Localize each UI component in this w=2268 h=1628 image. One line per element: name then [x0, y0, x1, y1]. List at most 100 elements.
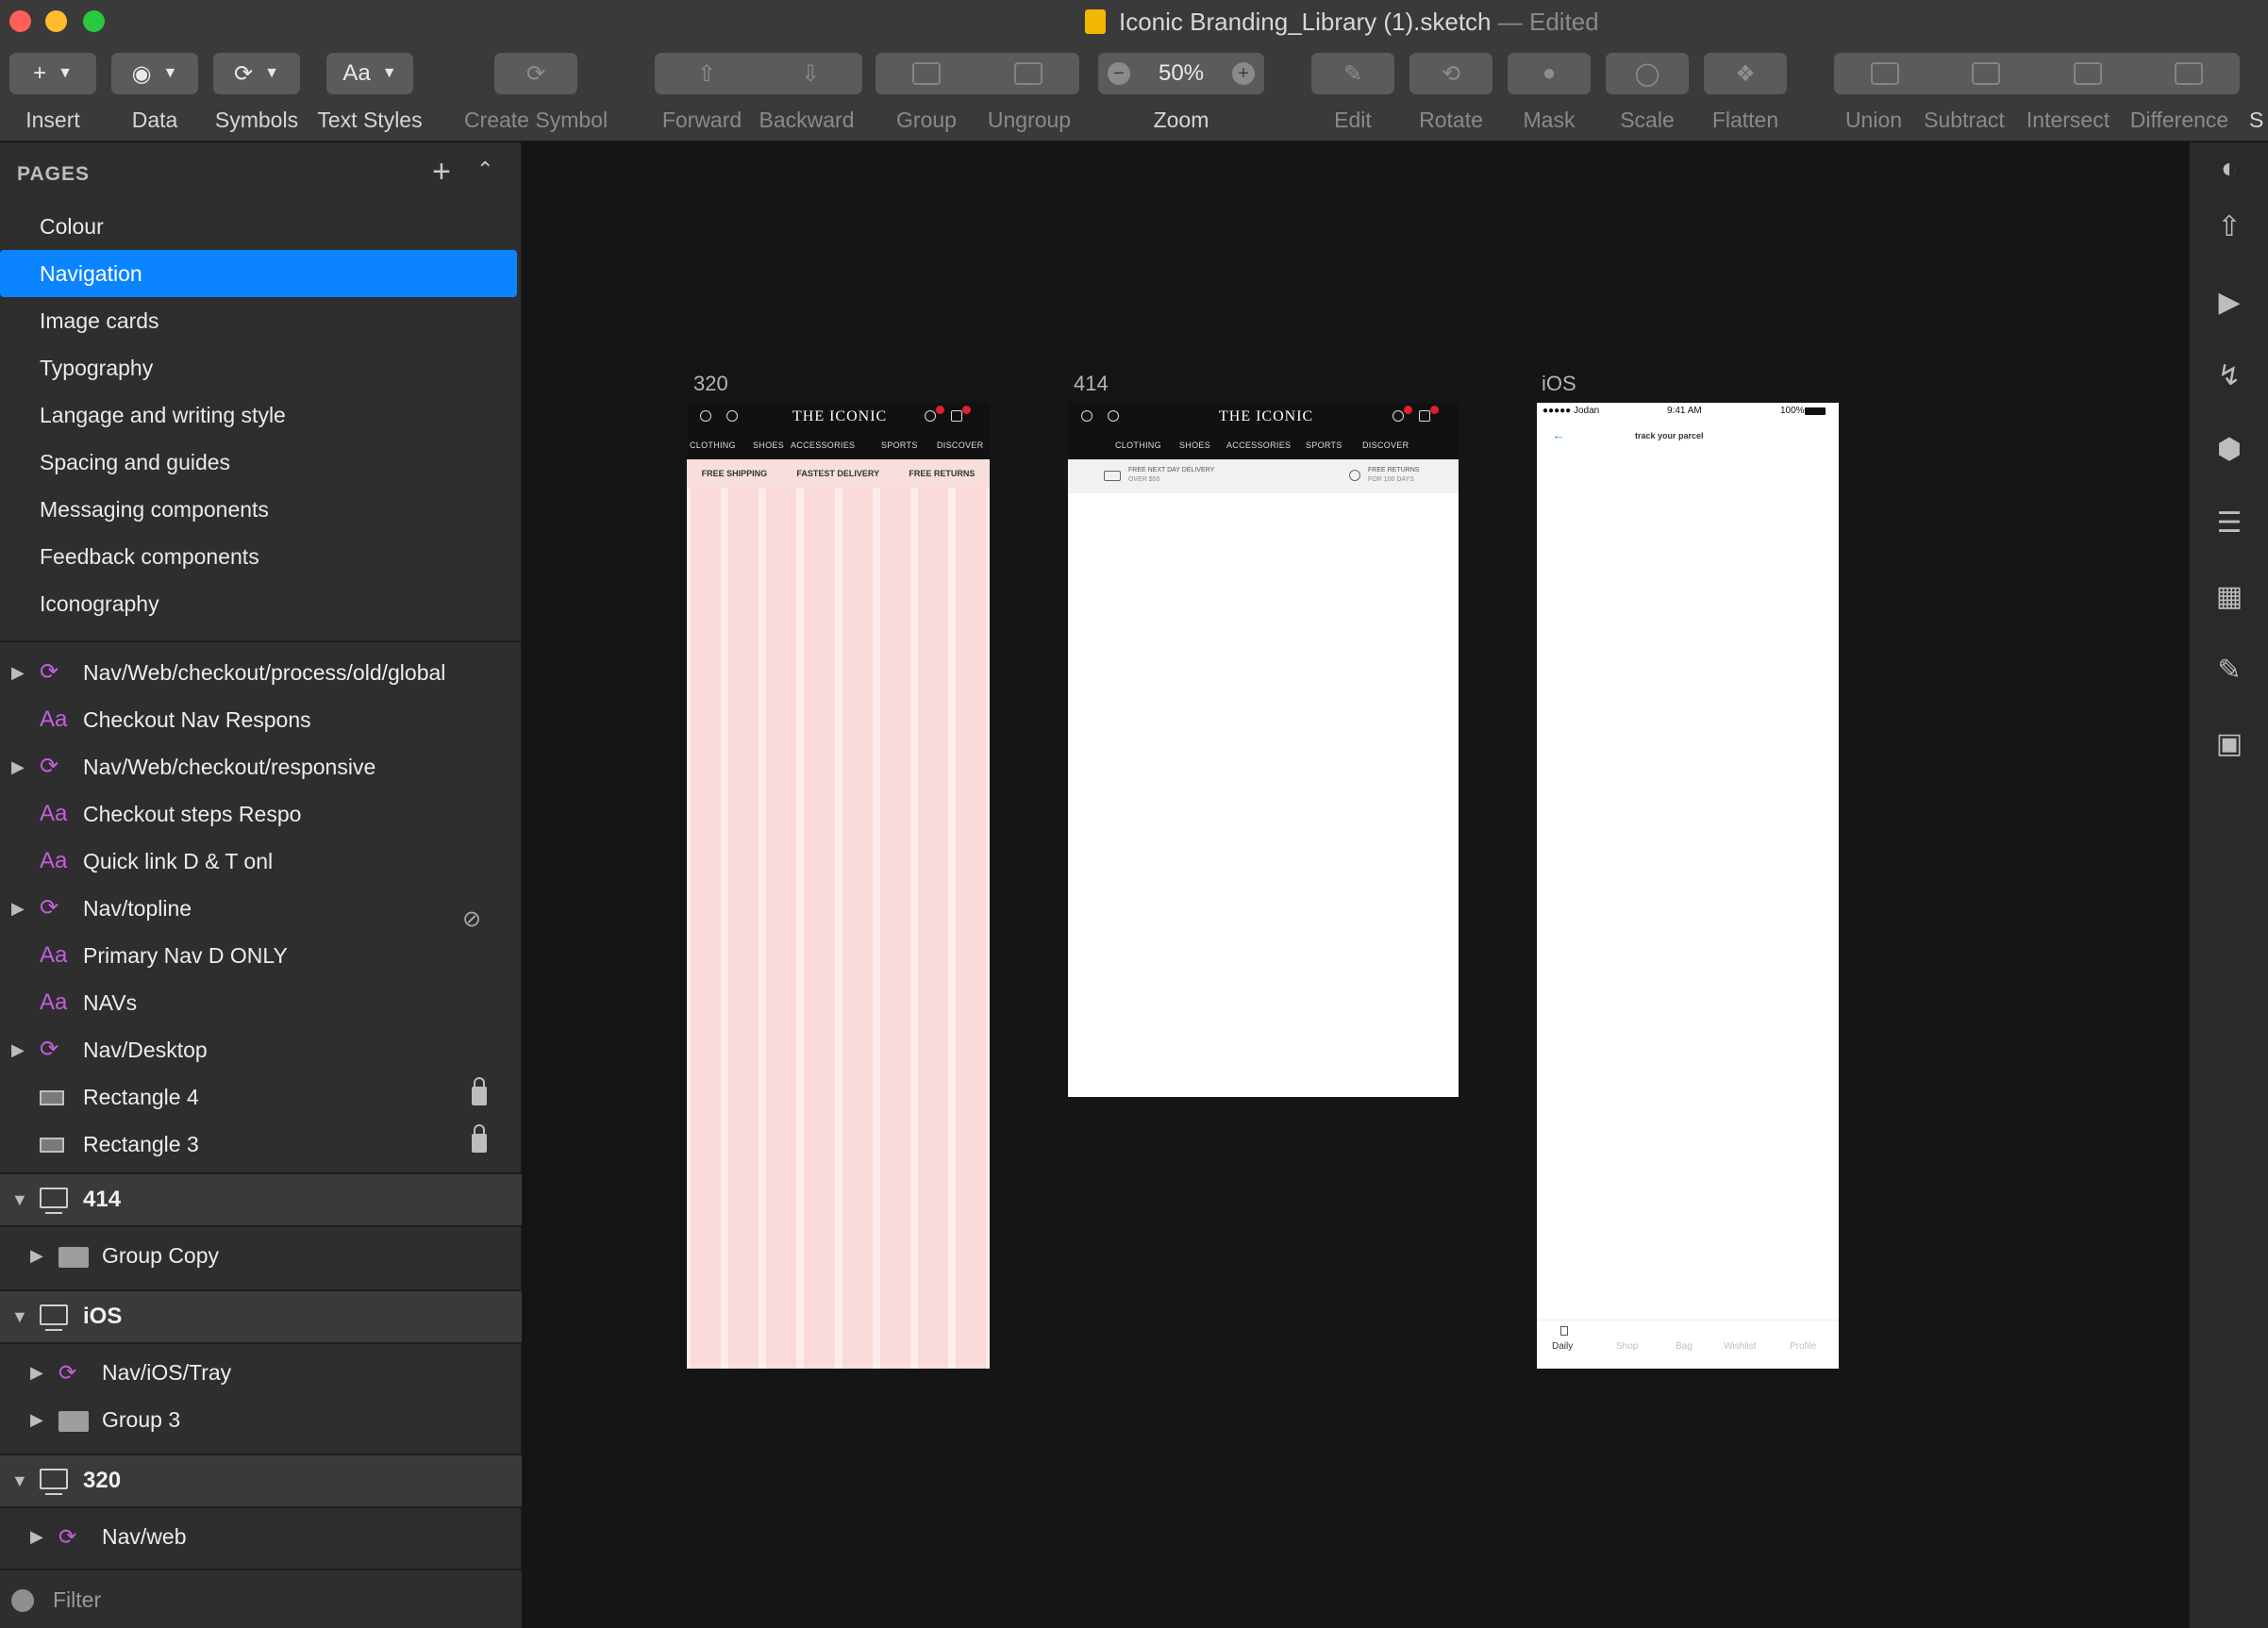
lock-icon[interactable]: [472, 1124, 487, 1153]
preview-play-icon[interactable]: ▶: [2210, 284, 2248, 322]
difference-icon[interactable]: [2175, 62, 2204, 85]
disclosure-triangle-icon[interactable]: ▶: [30, 1513, 43, 1560]
disclosure-triangle-icon[interactable]: ▶: [11, 1026, 25, 1073]
filter-bar[interactable]: Filter: [0, 1569, 522, 1628]
page-item-language[interactable]: Langage and writing style: [0, 391, 517, 439]
rotate-button[interactable]: ⟲: [1409, 53, 1493, 94]
layer-row[interactable]: ▶ Group Copy: [0, 1232, 522, 1279]
wishlist-heart-icon: [1392, 410, 1404, 422]
layer-row[interactable]: ▶ ⟳ Nav/Desktop: [0, 1026, 522, 1073]
page-item-iconography[interactable]: Iconography: [0, 580, 517, 627]
export-upload-icon[interactable]: ⇧: [2210, 208, 2248, 246]
disclosure-triangle-icon[interactable]: ▼: [11, 1174, 28, 1225]
disclosure-triangle-icon[interactable]: ▶: [30, 1396, 43, 1443]
disclosure-triangle-icon[interactable]: ▶: [30, 1349, 43, 1396]
disclosure-triangle-icon[interactable]: ▶: [11, 649, 25, 696]
page-item-image-cards[interactable]: Image cards: [0, 297, 517, 344]
lock-icon[interactable]: [472, 1077, 487, 1105]
layer-row[interactable]: ▶ Group 3: [0, 1396, 522, 1443]
ungroup-label: Ungroup: [987, 108, 1072, 132]
page-item-feedback[interactable]: Feedback components: [0, 533, 517, 580]
artboard-row-414[interactable]: ▼ 414: [0, 1172, 522, 1227]
union-icon[interactable]: [1870, 62, 1899, 85]
daily-tab-icon: [1560, 1326, 1568, 1336]
prototype-lightning-icon[interactable]: ↯: [2210, 357, 2248, 395]
disclosure-triangle-icon[interactable]: ▶: [11, 885, 25, 932]
artboard-icon: [40, 1304, 68, 1331]
symbols-button[interactable]: ⟳ ▼: [213, 53, 300, 94]
layer-row[interactable]: Rectangle 4: [0, 1073, 522, 1121]
bring-forward-icon[interactable]: ⇧: [697, 60, 716, 88]
flatten-button[interactable]: ❖: [1704, 53, 1787, 94]
add-page-icon[interactable]: +: [432, 154, 451, 191]
disclosure-triangle-icon[interactable]: ▶: [30, 1232, 43, 1279]
rectangle-icon: [40, 1073, 64, 1121]
zoom-window-button[interactable]: [83, 10, 105, 32]
artboard-414[interactable]: THE ICONIC CLOTHING SHOES ACCESSORIES SP…: [1068, 403, 1459, 1097]
zoom-out-button[interactable]: −: [1108, 62, 1130, 85]
text-styles-button[interactable]: Aa ▼: [326, 53, 413, 94]
artboard-ios[interactable]: ●●●●● Jodan 9:41 AM 100% ← track your pa…: [1537, 403, 1839, 1369]
text-layer-icon: Aa: [40, 942, 68, 968]
layer-row[interactable]: ▶ ⟳ Nav/Web/checkout/responsive: [0, 743, 522, 790]
page-item-typography[interactable]: Typography: [0, 344, 517, 391]
edit-button[interactable]: ✎: [1311, 53, 1394, 94]
mask-button[interactable]: ●: [1508, 53, 1591, 94]
data-label: Data: [131, 108, 178, 132]
filter-icon[interactable]: [11, 1589, 34, 1612]
page-item-navigation[interactable]: Navigation: [0, 250, 517, 297]
edit-image-icon[interactable]: ✎: [2210, 652, 2248, 689]
artboard-icon: [40, 1469, 68, 1495]
send-backward-icon[interactable]: ⇩: [801, 60, 820, 88]
disclosure-triangle-icon[interactable]: ▼: [11, 1455, 28, 1506]
filter-input[interactable]: Filter: [53, 1587, 101, 1613]
group-label: Group: [896, 108, 957, 132]
text-layer-icon: Aa: [40, 848, 68, 873]
layer-row[interactable]: Aa Checkout Nav Respons: [0, 696, 522, 743]
close-window-button[interactable]: [9, 10, 31, 32]
layer-row[interactable]: ▶ ⟳ Nav/topline ⊘: [0, 885, 522, 932]
layer-row[interactable]: ▶ ⟳ Nav/Web/checkout/process/old/global: [0, 649, 522, 696]
data-button[interactable]: ◉ ▼: [111, 53, 198, 94]
selection-grid-icon[interactable]: ▦: [2210, 578, 2248, 616]
layer-row[interactable]: ▶ ⟳ Nav/web: [0, 1513, 522, 1560]
component-hexagon-icon[interactable]: ⬢: [2210, 431, 2248, 469]
disclosure-triangle-icon[interactable]: ▶: [11, 743, 25, 790]
add-image-icon[interactable]: ▣: [2210, 725, 2248, 763]
promo-strip: FREE SHIPPING FASTEST DELIVERY FREE RETU…: [687, 459, 990, 488]
group-icon[interactable]: [912, 62, 941, 85]
edit-label: Edit: [1334, 108, 1372, 132]
insert-button[interactable]: + ▼: [9, 53, 96, 94]
layer-row[interactable]: ▶ ⟳ Nav/iOS/Tray: [0, 1349, 522, 1396]
back-arrow-icon: ←: [1552, 427, 1565, 442]
intersect-icon[interactable]: [2073, 62, 2102, 85]
text-layout-icon[interactable]: ☰: [2210, 505, 2248, 542]
page-item-spacing[interactable]: Spacing and guides: [0, 439, 517, 486]
layer-row[interactable]: Aa NAVs: [0, 979, 522, 1026]
collapse-pages-icon[interactable]: ⌃: [476, 158, 493, 182]
artboard-row-320[interactable]: ▼ 320: [0, 1454, 522, 1508]
subtract-icon[interactable]: [1972, 62, 2001, 85]
artboard-label-ios[interactable]: iOS: [1542, 372, 1576, 396]
artboard-label-414[interactable]: 414: [1074, 372, 1109, 396]
zoom-value[interactable]: 50%: [1159, 60, 1204, 87]
nav-link-sports: SPORTS: [881, 440, 918, 450]
layer-row[interactable]: Rectangle 3: [0, 1121, 522, 1168]
minimize-window-button[interactable]: [45, 10, 67, 32]
artboard-icon: [40, 1188, 68, 1214]
artboard-label-320[interactable]: 320: [693, 372, 728, 396]
artboard-320[interactable]: THE ICONIC CLOTHING SHOES ACCESSORIES SP…: [687, 403, 990, 1369]
scale-button[interactable]: ◯: [1606, 53, 1689, 94]
create-symbol-button[interactable]: ⟳: [494, 53, 577, 94]
zoom-in-button[interactable]: +: [1231, 62, 1255, 85]
layer-row[interactable]: Aa Checkout steps Respo: [0, 790, 522, 838]
inspector-style-icon[interactable]: ◐: [2210, 150, 2248, 188]
disclosure-triangle-icon[interactable]: ▼: [11, 1291, 28, 1342]
layer-row[interactable]: Aa Quick link D & T onl: [0, 838, 522, 885]
bag-badge: [962, 406, 971, 414]
ungroup-icon[interactable]: [1014, 62, 1042, 85]
artboard-row-ios[interactable]: ▼ iOS: [0, 1289, 522, 1344]
page-item-colour[interactable]: Colour: [0, 203, 517, 250]
layer-row[interactable]: Aa Primary Nav D ONLY: [0, 932, 522, 979]
page-item-messaging[interactable]: Messaging components: [0, 486, 517, 533]
